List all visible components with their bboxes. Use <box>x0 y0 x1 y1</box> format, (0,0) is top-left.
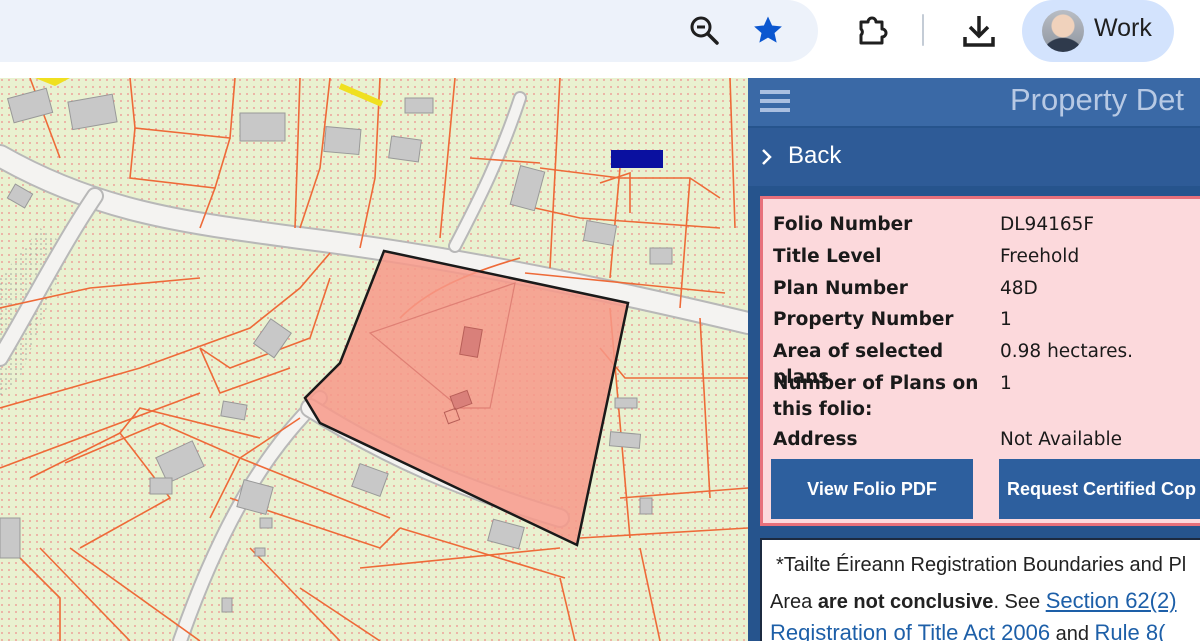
chevron-right-icon <box>762 149 772 165</box>
rule-8-link[interactable]: Rule 8( <box>1095 620 1166 641</box>
detail-label: Folio Number <box>773 214 913 235</box>
disclaimer-line: *Tailte Éireann Registration Boundaries … <box>776 554 1187 576</box>
detail-value: Freehold <box>1000 246 1080 267</box>
view-folio-pdf-button[interactable]: View Folio PDF <box>771 459 973 519</box>
hamburger-menu-icon[interactable] <box>760 86 790 116</box>
profile-button[interactable]: Work <box>1022 0 1174 62</box>
detail-value: 0.98 hectares. <box>1000 341 1134 362</box>
detail-label: Plan Number <box>773 278 908 299</box>
detail-label: Address <box>773 429 858 450</box>
disclaimer-text: . See <box>993 591 1046 613</box>
zoom-out-icon[interactable] <box>684 10 724 50</box>
disclaimer-text: Area <box>770 591 818 613</box>
map-canvas[interactable] <box>0 78 748 641</box>
detail-value: 1 <box>1000 309 1012 330</box>
panel-title: Property Det <box>1010 82 1185 117</box>
puzzle-piece-icon[interactable] <box>850 8 894 52</box>
toolbar-divider <box>922 14 924 46</box>
disclaimer-text: and <box>1050 623 1095 641</box>
property-details-panel: Property Det Back Folio Number DL94165F … <box>748 78 1200 641</box>
detail-label: this folio: <box>773 399 873 420</box>
bookmark-star-icon[interactable] <box>748 10 788 50</box>
disclaimer-box: *Tailte Éireann Registration Boundaries … <box>760 538 1200 641</box>
registration-act-link[interactable]: Registration of Title Act 2006 <box>770 620 1050 641</box>
map-marker <box>611 150 663 168</box>
browser-toolbar: Work <box>0 0 1200 78</box>
detail-value: DL94165F <box>1000 214 1095 235</box>
back-label: Back <box>788 142 842 169</box>
detail-label: Title Level <box>773 246 882 267</box>
panel-header: Property Det <box>748 78 1200 126</box>
avatar <box>1042 10 1084 52</box>
detail-label: Property Number <box>773 309 954 330</box>
detail-value: Not Available <box>1000 429 1123 450</box>
detail-value: 1 <box>1000 373 1012 394</box>
detail-label: Number of Plans on <box>773 373 979 394</box>
disclaimer-bold: are not conclusive <box>817 591 994 613</box>
profile-name: Work <box>1094 14 1152 42</box>
disclaimer-line: Area are not conclusive. See Section 62(… <box>770 588 1177 614</box>
back-button[interactable]: Back <box>748 128 1200 186</box>
detail-value: 48D <box>1000 278 1038 299</box>
request-certified-copy-button[interactable]: Request Certified Cop <box>999 459 1200 519</box>
property-details-card: Folio Number DL94165F Title Level Freeho… <box>760 196 1200 526</box>
download-icon[interactable] <box>956 8 1002 54</box>
disclaimer-line: Registration of Title Act 2006 and Rule … <box>770 620 1165 641</box>
section-62-link[interactable]: Section 62(2) <box>1046 588 1177 613</box>
